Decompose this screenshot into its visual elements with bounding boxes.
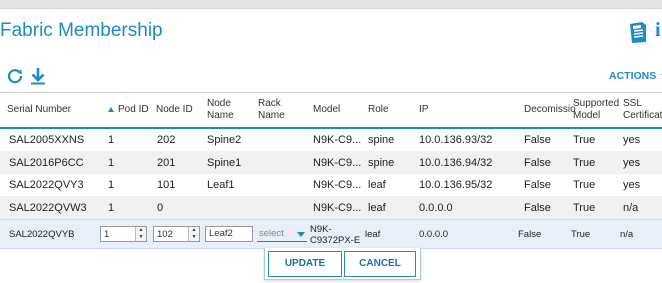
cell-node-name: Spine2 xyxy=(207,134,242,146)
cell-supported-model: True xyxy=(573,134,596,146)
window-top-strip xyxy=(0,0,662,8)
chevron-down-icon[interactable]: ▼ xyxy=(136,234,146,241)
cell-model: N9K-C9... xyxy=(313,157,362,169)
cell-node-id: 0 xyxy=(157,202,164,214)
cell-model: N9K-C9... xyxy=(313,134,362,146)
cell-supported-model: True xyxy=(573,202,596,214)
col-supported-model-line1[interactable]: Supported xyxy=(573,98,619,110)
pod-id-stepper[interactable]: 1 ▲ ▼ xyxy=(100,226,147,242)
cancel-button[interactable]: CANCEL xyxy=(344,251,416,277)
table-row[interactable]: SAL2022QVY3 1 101 Leaf1 N9K-C9... leaf 1… xyxy=(0,174,662,196)
cell-serial: SAL2022QVW3 xyxy=(9,202,87,214)
cell-serial: SAL2005XXNS xyxy=(9,134,85,146)
cell-decommission: False xyxy=(524,179,551,191)
col-rack-name-line2[interactable]: Name xyxy=(258,110,285,122)
cell-supported-model: True xyxy=(573,157,596,169)
col-node-id[interactable]: Node ID xyxy=(156,104,193,116)
rack-select-placeholder: select xyxy=(259,228,284,239)
cell-node-id: 201 xyxy=(157,157,176,169)
col-model[interactable]: Model xyxy=(313,104,340,116)
edit-actions-bar: UPDATE CANCEL xyxy=(264,248,421,280)
cell-ip: 10.0.136.94/32 xyxy=(419,157,493,169)
actions-menu[interactable]: ACTIONS xyxy=(609,70,662,82)
cell-ip: 0.0.0.0 xyxy=(419,202,453,214)
table-row[interactable]: SAL2016P6CC 1 201 Spine1 N9K-C9... spine… xyxy=(0,151,662,174)
divider xyxy=(0,8,662,9)
cell-role: spine xyxy=(368,157,395,169)
cell-node-name: Leaf1 xyxy=(207,179,235,191)
cell-decommission: False xyxy=(524,202,551,214)
sort-ascending-icon[interactable] xyxy=(108,107,114,112)
chevron-down-icon[interactable]: ▼ xyxy=(189,234,199,241)
download-icon[interactable] xyxy=(29,67,47,85)
cell-decommission: False xyxy=(524,157,551,169)
node-id-value: 102 xyxy=(157,229,173,240)
cell-pod-id: 1 xyxy=(108,179,115,191)
cell-serial: SAL2022QVY3 xyxy=(9,179,84,191)
col-ssl-line1[interactable]: SSL xyxy=(623,98,642,110)
cell-role: leaf xyxy=(368,179,386,191)
cell-role: leaf xyxy=(368,202,386,214)
info-icon[interactable]: i xyxy=(655,19,661,42)
col-node-name-line2[interactable]: Name xyxy=(207,110,234,122)
cell-ssl: n/a xyxy=(623,202,639,214)
col-ssl-line2[interactable]: Certificate xyxy=(623,110,662,122)
divider xyxy=(0,92,662,93)
stepper-buttons[interactable]: ▲ ▼ xyxy=(188,227,199,241)
refresh-icon[interactable] xyxy=(6,67,24,85)
cell-node-id: 101 xyxy=(157,179,176,191)
rack-name-select[interactable]: select xyxy=(257,226,307,242)
col-serial-number[interactable]: Serial Number xyxy=(7,104,71,116)
cell-pod-id: 1 xyxy=(108,157,115,169)
cell-serial: SAL2022QVYB xyxy=(9,229,75,240)
node-name-input[interactable]: Leaf2 xyxy=(205,226,253,242)
cell-role: spine xyxy=(368,134,395,146)
cell-node-name: Spine1 xyxy=(207,157,242,169)
chevron-down-icon xyxy=(297,232,305,237)
cell-ssl: yes xyxy=(623,157,641,169)
pod-id-value: 1 xyxy=(104,229,110,240)
col-role[interactable]: Role xyxy=(368,104,389,116)
cell-ip: 10.0.136.93/32 xyxy=(419,134,493,146)
cell-decommission: False xyxy=(518,229,542,240)
col-supported-model-line2[interactable]: Model xyxy=(573,110,600,122)
cell-ssl: yes xyxy=(623,134,641,146)
node-id-stepper[interactable]: 102 ▲ ▼ xyxy=(153,226,200,242)
table-row[interactable]: SAL2005XXNS 1 202 Spine2 N9K-C9... spine… xyxy=(0,129,662,151)
cell-supported-model: True xyxy=(573,179,596,191)
cell-role: leaf xyxy=(365,229,381,240)
col-node-name-line1[interactable]: Node xyxy=(207,98,231,110)
cell-ip: 10.0.136.95/32 xyxy=(419,179,493,191)
actions-label: ACTIONS xyxy=(609,70,657,82)
table-row[interactable]: SAL2022QVW3 1 0 N9K-C9... leaf 0.0.0.0 F… xyxy=(0,196,662,219)
cell-node-id: 202 xyxy=(157,134,176,146)
col-rack-name-line1[interactable]: Rack xyxy=(258,98,281,110)
chevron-up-icon[interactable]: ▲ xyxy=(189,227,199,234)
col-ip[interactable]: IP xyxy=(419,104,428,116)
cell-supported-model: True xyxy=(571,229,591,240)
document-icon[interactable] xyxy=(627,20,649,44)
cell-ssl: n/a xyxy=(620,229,634,240)
cell-model: N9K-C9... xyxy=(313,202,362,214)
update-button[interactable]: UPDATE xyxy=(268,251,342,277)
cell-ssl: yes xyxy=(623,179,641,191)
cell-model: N9K- C9372PX-E xyxy=(310,224,360,246)
cell-pod-id: 1 xyxy=(108,134,115,146)
col-decommission[interactable]: Decomissio xyxy=(524,104,576,116)
model-line2: C9372PX-E xyxy=(310,235,361,246)
col-pod-id[interactable]: Pod ID xyxy=(118,104,149,116)
cell-ip: 0.0.0.0 xyxy=(419,229,449,240)
model-line1: N9K- xyxy=(310,224,332,235)
chevron-up-icon[interactable]: ▲ xyxy=(136,227,146,234)
stepper-buttons[interactable]: ▲ ▼ xyxy=(135,227,146,241)
cell-serial: SAL2016P6CC xyxy=(9,157,84,169)
cell-pod-id: 1 xyxy=(108,202,115,214)
table-row-edit[interactable]: SAL2022QVYB 1 ▲ ▼ 102 ▲ ▼ Leaf2 select N… xyxy=(0,219,662,249)
cell-decommission: False xyxy=(524,134,551,146)
cell-model: N9K-C9... xyxy=(313,179,362,191)
page-title: Fabric Membership xyxy=(0,20,163,41)
